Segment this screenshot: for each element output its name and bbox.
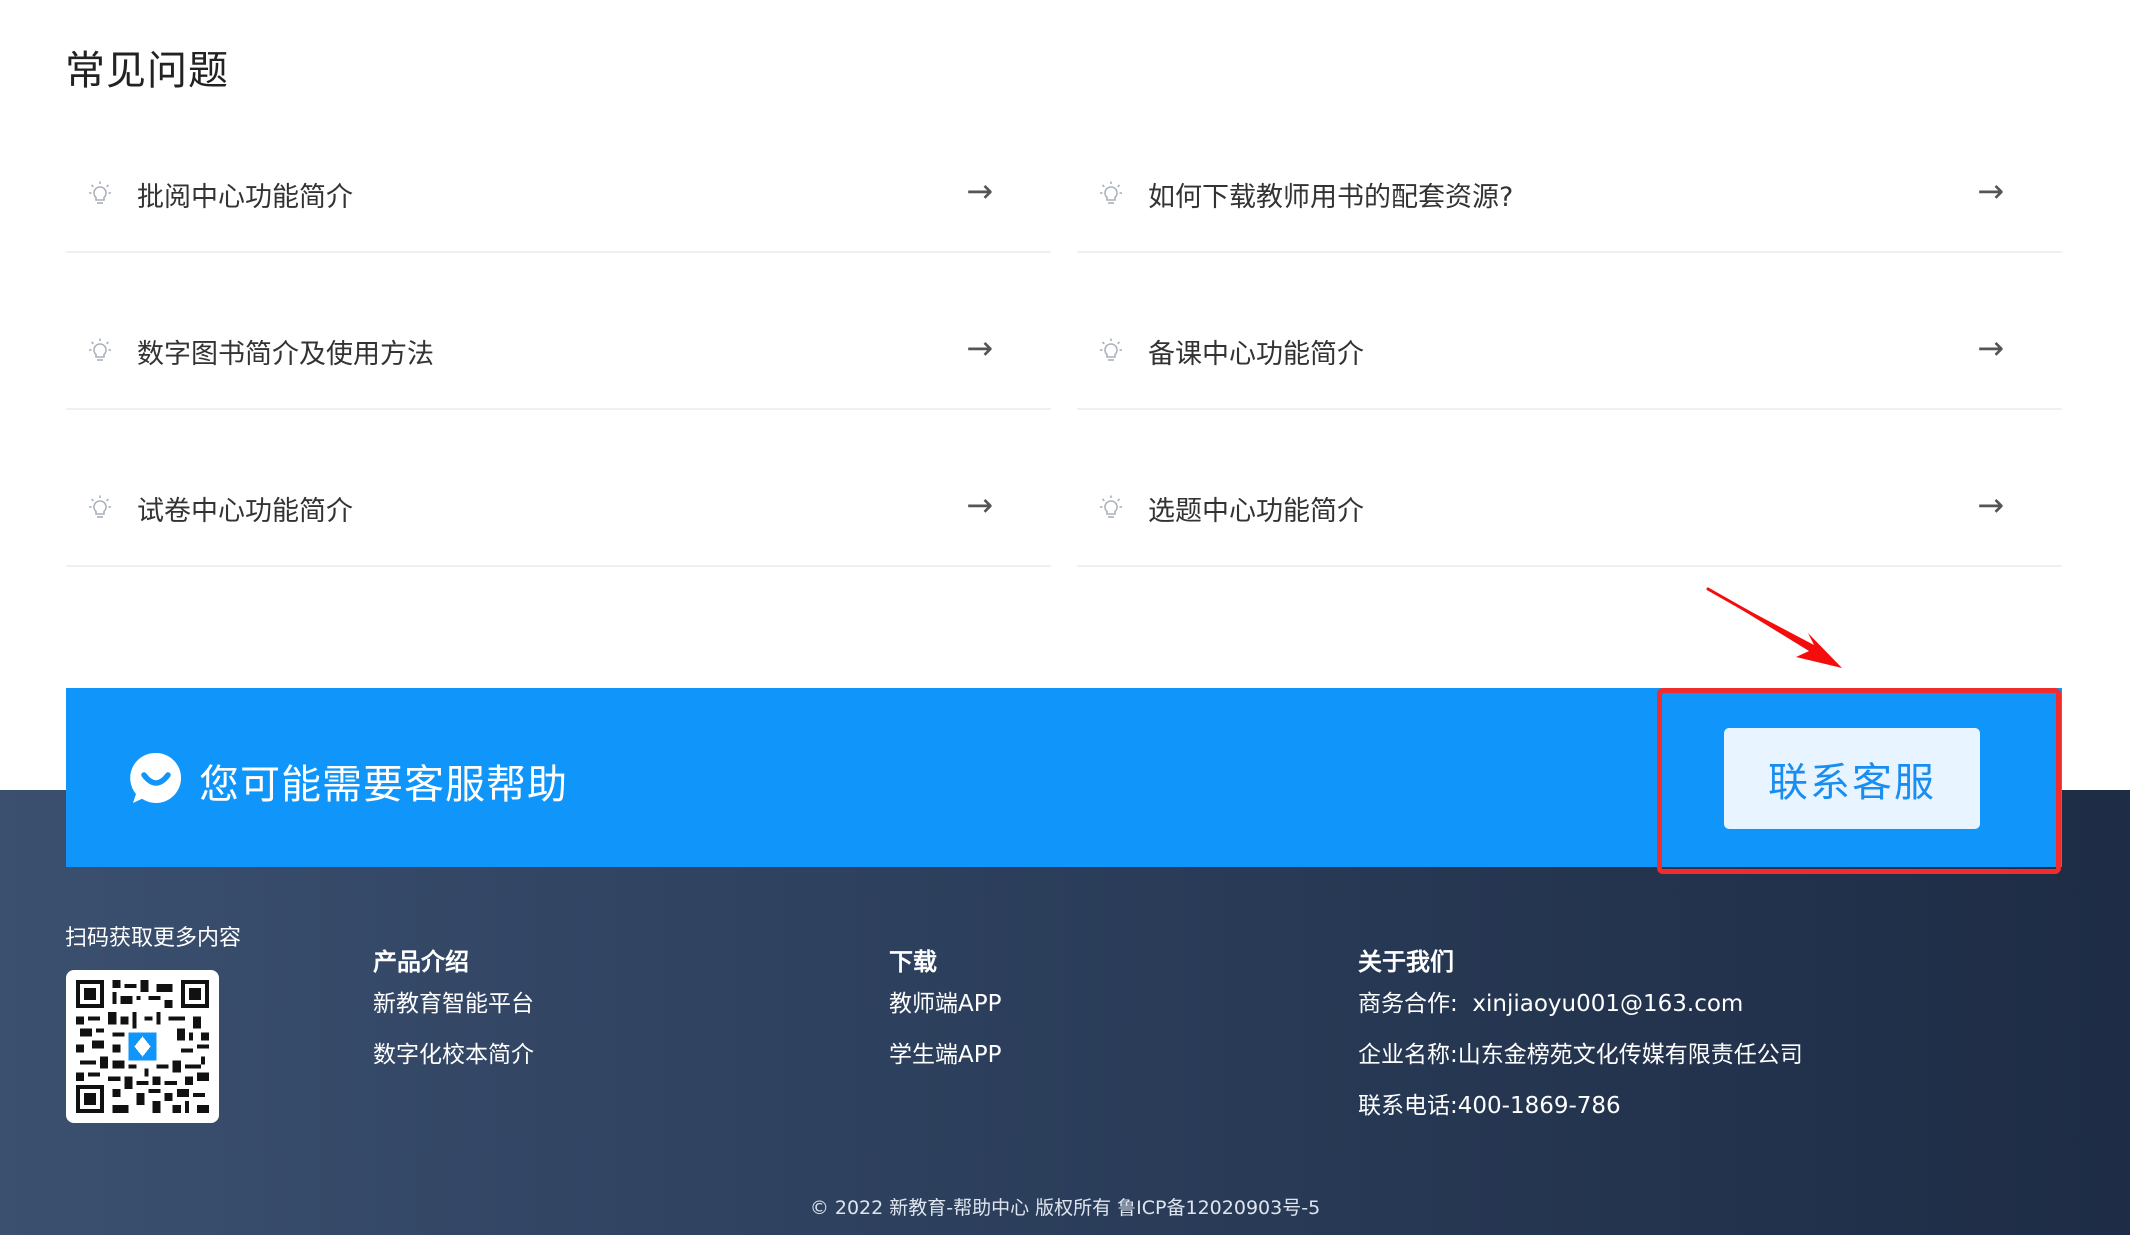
footer-col-product: 产品介绍 新教育智能平台 数字化校本简介 — [373, 948, 534, 1092]
qr-code-icon — [76, 980, 209, 1113]
footer-company-label: 企业名称: — [1358, 1042, 1458, 1068]
footer-col-download: 下载 教师端APP 学生端APP — [889, 948, 1001, 1092]
lightbulb-icon — [89, 338, 111, 361]
footer-phone-number: 400-1869-786 — [1457, 1093, 1621, 1119]
arrow-right-icon: → — [1977, 486, 2004, 524]
lightbulb-icon — [89, 495, 111, 518]
copyright: © 2022 新教育-帮助中心 版权所有 鲁ICP备12020903号-5 — [809, 1197, 1321, 1219]
faq-item-download-resources[interactable]: 如何下载教师用书的配套资源? → — [1077, 137, 2062, 253]
lightbulb-icon — [1100, 338, 1122, 361]
arrow-right-icon: → — [966, 486, 993, 524]
faq-item-label: 批阅中心功能简介 — [137, 182, 353, 213]
arrow-right-icon: → — [1977, 329, 2004, 367]
faq-item-digital-books[interactable]: 数字图书简介及使用方法 → — [66, 294, 1051, 410]
arrow-right-icon: → — [966, 329, 993, 367]
footer-phone-label: 联系电话: — [1358, 1093, 1458, 1119]
footer-col-title: 下载 — [889, 948, 937, 976]
footer-company-row: 企业名称:山东金榜苑文化传媒有限责任公司 — [1358, 1041, 1803, 1092]
footer-business-row: 商务合作: xinjiaoyu001@163.com — [1358, 990, 1803, 1041]
customer-service-icon — [130, 752, 182, 803]
arrow-right-icon: → — [1977, 172, 2004, 210]
lightbulb-icon — [89, 181, 111, 204]
faq-item-label: 如何下载教师用书的配套资源? — [1148, 182, 1514, 213]
lightbulb-icon — [1100, 495, 1122, 518]
footer-link-smart-platform[interactable]: 新教育智能平台 — [373, 990, 534, 1041]
footer-col-about: 关于我们 商务合作: xinjiaoyu001@163.com 企业名称:山东金… — [1358, 948, 1803, 1143]
footer-col-title: 关于我们 — [1358, 948, 1454, 976]
faq-list: 批阅中心功能简介 → 如何下载教师用书的配套资源? → 数字图书简介及使用方法 … — [66, 137, 2062, 567]
footer-business-label: 商务合作: — [1358, 991, 1458, 1017]
lightbulb-icon — [1100, 181, 1122, 204]
footer-business-email: xinjiaoyu001@163.com — [1457, 991, 1744, 1017]
annotation-arrow-icon — [1706, 587, 1842, 668]
footer-phone-row: 联系电话:400-1869-786 — [1358, 1092, 1803, 1143]
help-text: 您可能需要客服帮助 — [199, 762, 568, 808]
footer-col-title: 产品介绍 — [373, 948, 469, 976]
faq-title: 常见问题 — [65, 48, 229, 94]
faq-item-exam-center[interactable]: 试卷中心功能简介 → — [66, 451, 1051, 567]
arrow-right-icon: → — [966, 172, 993, 210]
footer-link-student-app[interactable]: 学生端APP — [889, 1041, 1001, 1092]
footer-link-teacher-app[interactable]: 教师端APP — [889, 990, 1001, 1041]
faq-item-topic-center[interactable]: 选题中心功能简介 → — [1077, 451, 2062, 567]
faq-item-lesson-prep-center[interactable]: 备课中心功能简介 → — [1077, 294, 2062, 410]
footer-company-name: 山东金榜苑文化传媒有限责任公司 — [1457, 1042, 1803, 1068]
faq-item-label: 备课中心功能简介 — [1148, 339, 1364, 370]
highlight-box — [1657, 688, 2061, 874]
faq-item-review-center[interactable]: 批阅中心功能简介 → — [66, 137, 1051, 253]
qr-caption: 扫码获取更多内容 — [65, 926, 242, 951]
faq-item-label: 数字图书简介及使用方法 — [137, 339, 434, 370]
faq-item-label: 选题中心功能简介 — [1148, 496, 1364, 527]
faq-item-label: 试卷中心功能简介 — [137, 496, 353, 527]
footer-link-digital-school[interactable]: 数字化校本简介 — [373, 1041, 534, 1092]
qr-code — [66, 970, 219, 1123]
